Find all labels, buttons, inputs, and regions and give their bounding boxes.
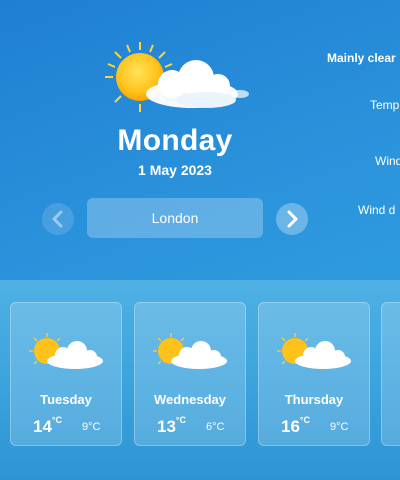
wind-direction-label: Wind d <box>358 203 396 217</box>
forecast-high: 14°C <box>33 415 63 436</box>
forecast-high: 16°C <box>281 415 311 436</box>
forecast-card[interactable]: Wednesday 13°C 6°C <box>134 302 246 446</box>
forecast-day: Wednesday <box>153 392 226 407</box>
temperature-label: Temp <box>370 98 400 112</box>
chevron-right-icon <box>287 210 298 228</box>
sun-cloud-icon <box>29 333 103 369</box>
previous-day-button[interactable] <box>42 203 74 235</box>
chevron-left-icon <box>52 210 63 228</box>
next-day-button[interactable] <box>276 203 308 235</box>
sun-cloud-icon <box>105 42 249 112</box>
wind-label: Wind <box>375 154 400 168</box>
forecast-strip: Tuesday 14°C 9°C Wednesday 13°C 6°C Thur… <box>0 280 400 480</box>
current-day: Monday <box>117 124 233 157</box>
weather-summary: Mainly clear <box>327 51 396 65</box>
sun-cloud-icon <box>277 333 351 369</box>
forecast-card-partial[interactable] <box>381 302 400 446</box>
forecast-low: 9°C <box>82 421 101 433</box>
location-field[interactable]: London <box>87 198 263 238</box>
forecast-low: 6°C <box>206 421 225 433</box>
forecast-card[interactable]: Tuesday 14°C 9°C <box>10 302 122 446</box>
forecast-card[interactable]: Thursday 16°C 9°C <box>258 302 370 446</box>
sun-cloud-icon <box>153 333 227 369</box>
forecast-high: 13°C <box>157 415 187 436</box>
current-weather-panel: Monday 1 May 2023 London Mainly clear Te… <box>0 0 400 280</box>
forecast-day: Thursday <box>284 392 344 407</box>
forecast-low: 9°C <box>330 421 349 433</box>
current-date: 1 May 2023 <box>138 162 212 178</box>
forecast-day: Tuesday <box>40 392 92 407</box>
